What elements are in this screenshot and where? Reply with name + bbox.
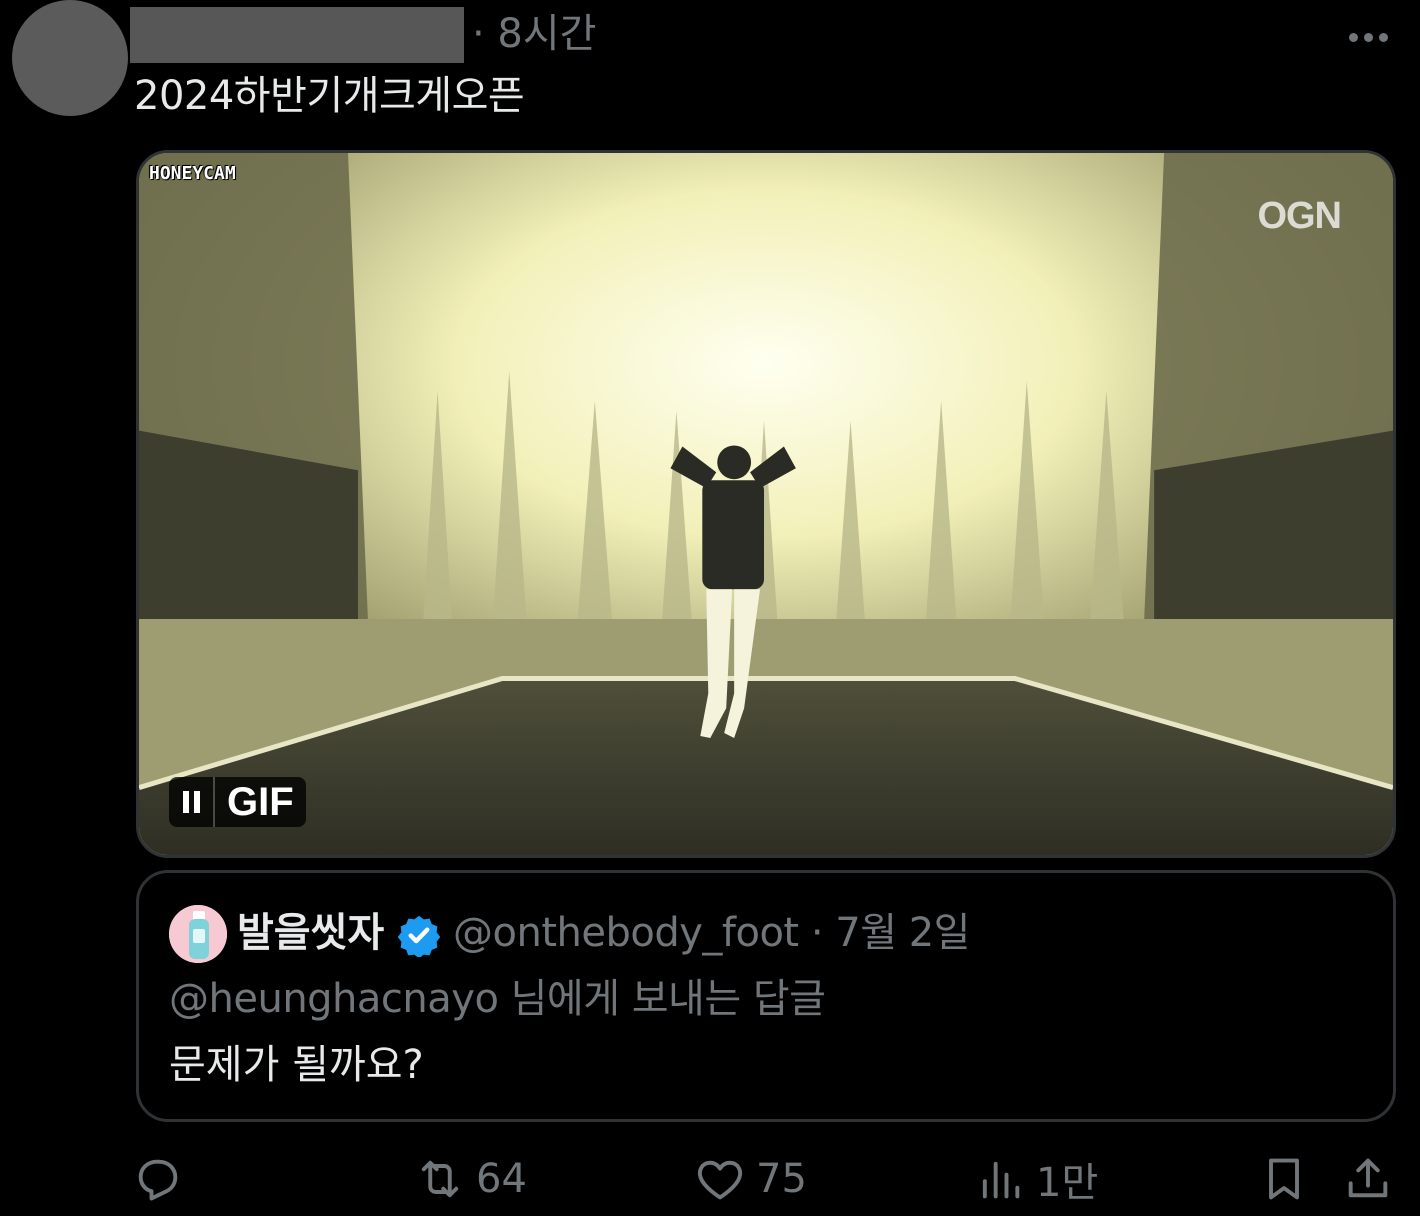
- quote-handle-date[interactable]: @onthebody_foot · 7월 2일: [453, 907, 970, 959]
- like-button[interactable]: 75: [694, 1146, 807, 1212]
- action-bar: 64 75 1만: [0, 1146, 1420, 1212]
- reply-button[interactable]: [132, 1146, 184, 1212]
- avatar[interactable]: [12, 0, 128, 116]
- pause-icon[interactable]: [169, 777, 215, 827]
- more-icon[interactable]: [1340, 12, 1396, 62]
- gif-label: GIF: [227, 780, 294, 824]
- views-count: 1만: [1036, 1160, 1099, 1206]
- views-icon: [982, 1161, 1020, 1199]
- post-time[interactable]: · 8시간: [472, 10, 596, 58]
- share-icon: [1348, 1158, 1388, 1198]
- bookmark-button[interactable]: [1258, 1146, 1310, 1212]
- bookmark-icon: [1269, 1158, 1299, 1200]
- retweet-count: 64: [476, 1156, 527, 1202]
- watermark-left: HONEYCAM: [149, 163, 236, 184]
- quote-text: 문제가 될까요?: [169, 1042, 424, 1088]
- quote-reply-to[interactable]: @heunghacnayo 님에게 보내는 답글: [169, 973, 826, 1025]
- gif-badge[interactable]: GIF: [169, 777, 306, 827]
- retweet-icon: [421, 1160, 459, 1198]
- gif-frame: [139, 153, 1393, 855]
- quoted-tweet[interactable]: 발을씻자 @onthebody_foot · 7월 2일 @heunghacna…: [136, 870, 1396, 1122]
- tweet-text: 2024하반기개크게오픈: [134, 73, 525, 119]
- quote-avatar[interactable]: [169, 905, 227, 963]
- views-button[interactable]: 1만: [974, 1146, 1098, 1212]
- reply-icon: [138, 1159, 178, 1201]
- gif-media[interactable]: HONEYCAM OGN GIF: [136, 150, 1396, 858]
- like-count: 75: [756, 1156, 807, 1202]
- author-name-redacted[interactable]: [130, 7, 464, 63]
- quote-author-name[interactable]: 발을씻자: [237, 907, 384, 959]
- share-button[interactable]: [1342, 1146, 1394, 1212]
- watermark-right: OGN: [1257, 195, 1342, 237]
- retweet-button[interactable]: 64: [414, 1146, 527, 1212]
- heart-icon: [697, 1160, 743, 1200]
- verified-badge-icon: [397, 915, 441, 957]
- tweet[interactable]: · 8시간 2024하반기개크게오픈 HONEYCAM OGN GIF 발을씻자…: [0, 0, 1420, 1216]
